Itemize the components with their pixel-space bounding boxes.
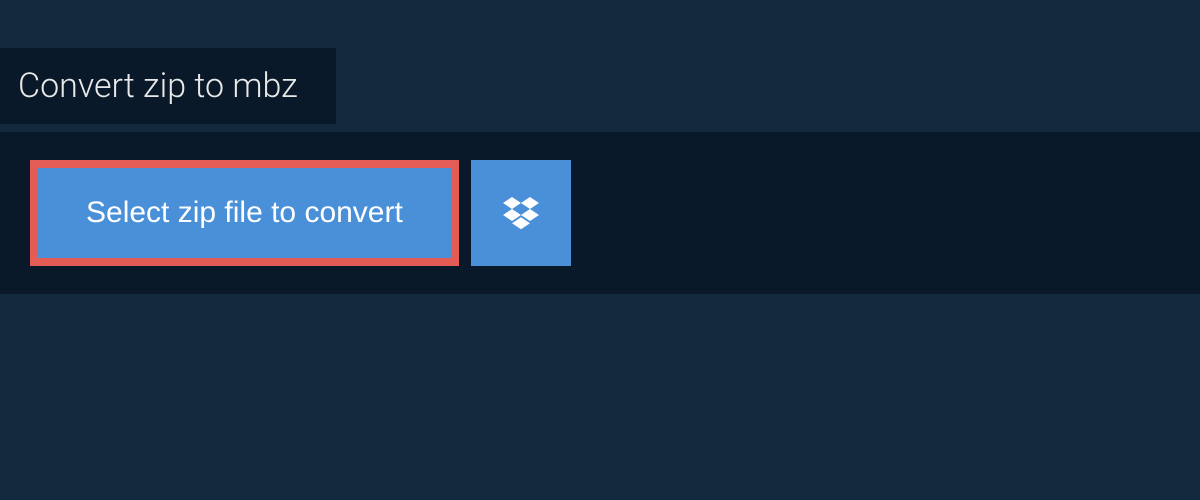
button-row: Select zip file to convert — [30, 160, 1170, 266]
upload-panel: Select zip file to convert — [0, 132, 1200, 294]
dropbox-button[interactable] — [471, 160, 571, 266]
dropbox-icon — [503, 194, 539, 233]
select-file-button[interactable]: Select zip file to convert — [38, 168, 451, 258]
select-file-label: Select zip file to convert — [86, 196, 403, 229]
select-file-highlight: Select zip file to convert — [30, 160, 459, 266]
tab-convert[interactable]: Convert zip to mbz — [0, 48, 336, 124]
tab-container: Convert zip to mbz — [0, 0, 1200, 124]
tab-label: Convert zip to mbz — [18, 66, 298, 106]
